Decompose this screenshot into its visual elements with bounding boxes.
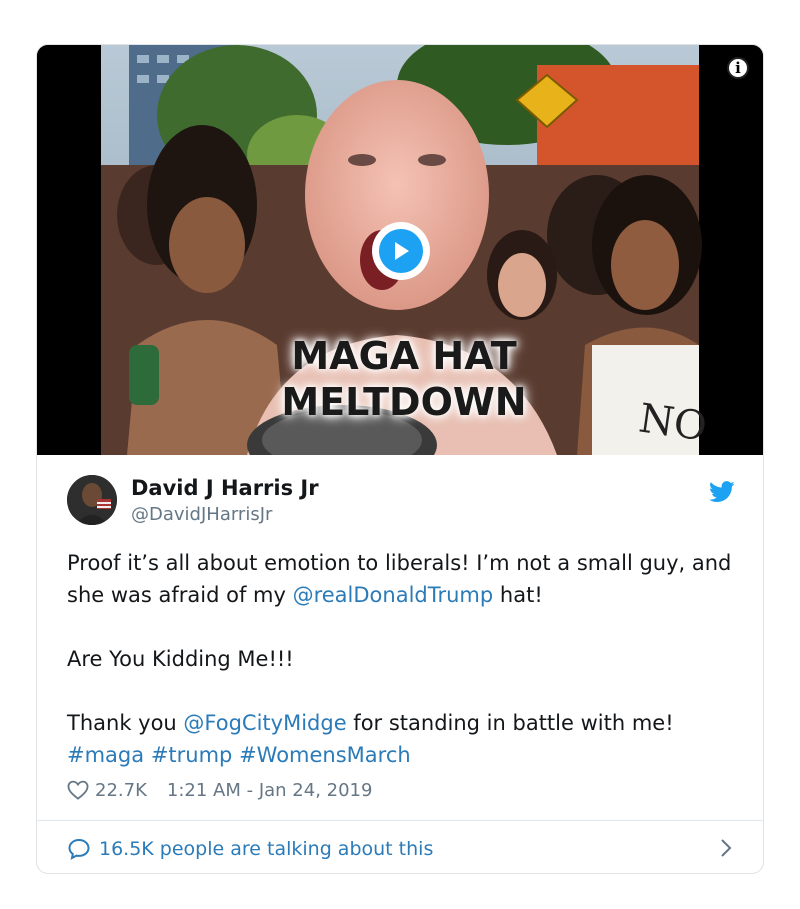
tweet-paragraph-2: Are You Kidding Me!!! [67, 647, 294, 671]
mention-link[interactable]: @FogCityMidge [183, 711, 346, 735]
conversation-label[interactable]: 16.5K people are talking about this [99, 838, 433, 860]
author-name[interactable]: David J Harris Jr [131, 476, 319, 500]
chevron-right-icon[interactable] [719, 837, 733, 859]
tweet-paragraph-3: Thank you @FogCityMidge for standing in … [67, 711, 674, 767]
video-caption-line1: MAGA HAT [291, 334, 517, 378]
hashtag-link[interactable]: #maga [67, 743, 144, 767]
protest-sign-text: NO [636, 395, 710, 451]
tweet-card: i MAGA HAT MELTDOWN NO David J Harris Jr… [36, 44, 764, 874]
avatar[interactable] [67, 475, 117, 525]
mention-link[interactable]: @realDonaldTrump [293, 583, 494, 607]
play-button[interactable] [372, 222, 430, 280]
tweet-meta: 22.7K 1:21 AM - Jan 24, 2019 [67, 777, 372, 803]
timestamp[interactable]: 1:21 AM - Jan 24, 2019 [167, 780, 373, 801]
play-icon [379, 229, 423, 273]
tweet-author[interactable]: David J Harris Jr @DavidJHarrisJr [67, 475, 737, 527]
video-caption: MAGA HAT MELTDOWN [259, 333, 549, 425]
conversation-link[interactable]: 16.5K people are talking about this [67, 833, 733, 865]
info-icon[interactable]: i [727, 57, 749, 79]
tweet-paragraph-1: Proof it’s all about emotion to liberals… [67, 551, 732, 607]
like-count[interactable]: 22.7K [95, 780, 147, 801]
video-player[interactable]: i MAGA HAT MELTDOWN NO [37, 45, 763, 455]
twitter-bird-icon[interactable] [709, 481, 735, 503]
comment-bubble-icon [68, 838, 90, 860]
hashtag-link[interactable]: #trump [151, 743, 233, 767]
hashtag-link[interactable]: #WomensMarch [239, 743, 411, 767]
heart-icon[interactable] [67, 780, 89, 800]
video-caption-line2: MELTDOWN [281, 380, 527, 424]
divider [37, 820, 763, 821]
author-handle[interactable]: @DavidJHarrisJr [131, 504, 272, 525]
tweet-text: Proof it’s all about emotion to liberals… [67, 547, 737, 771]
